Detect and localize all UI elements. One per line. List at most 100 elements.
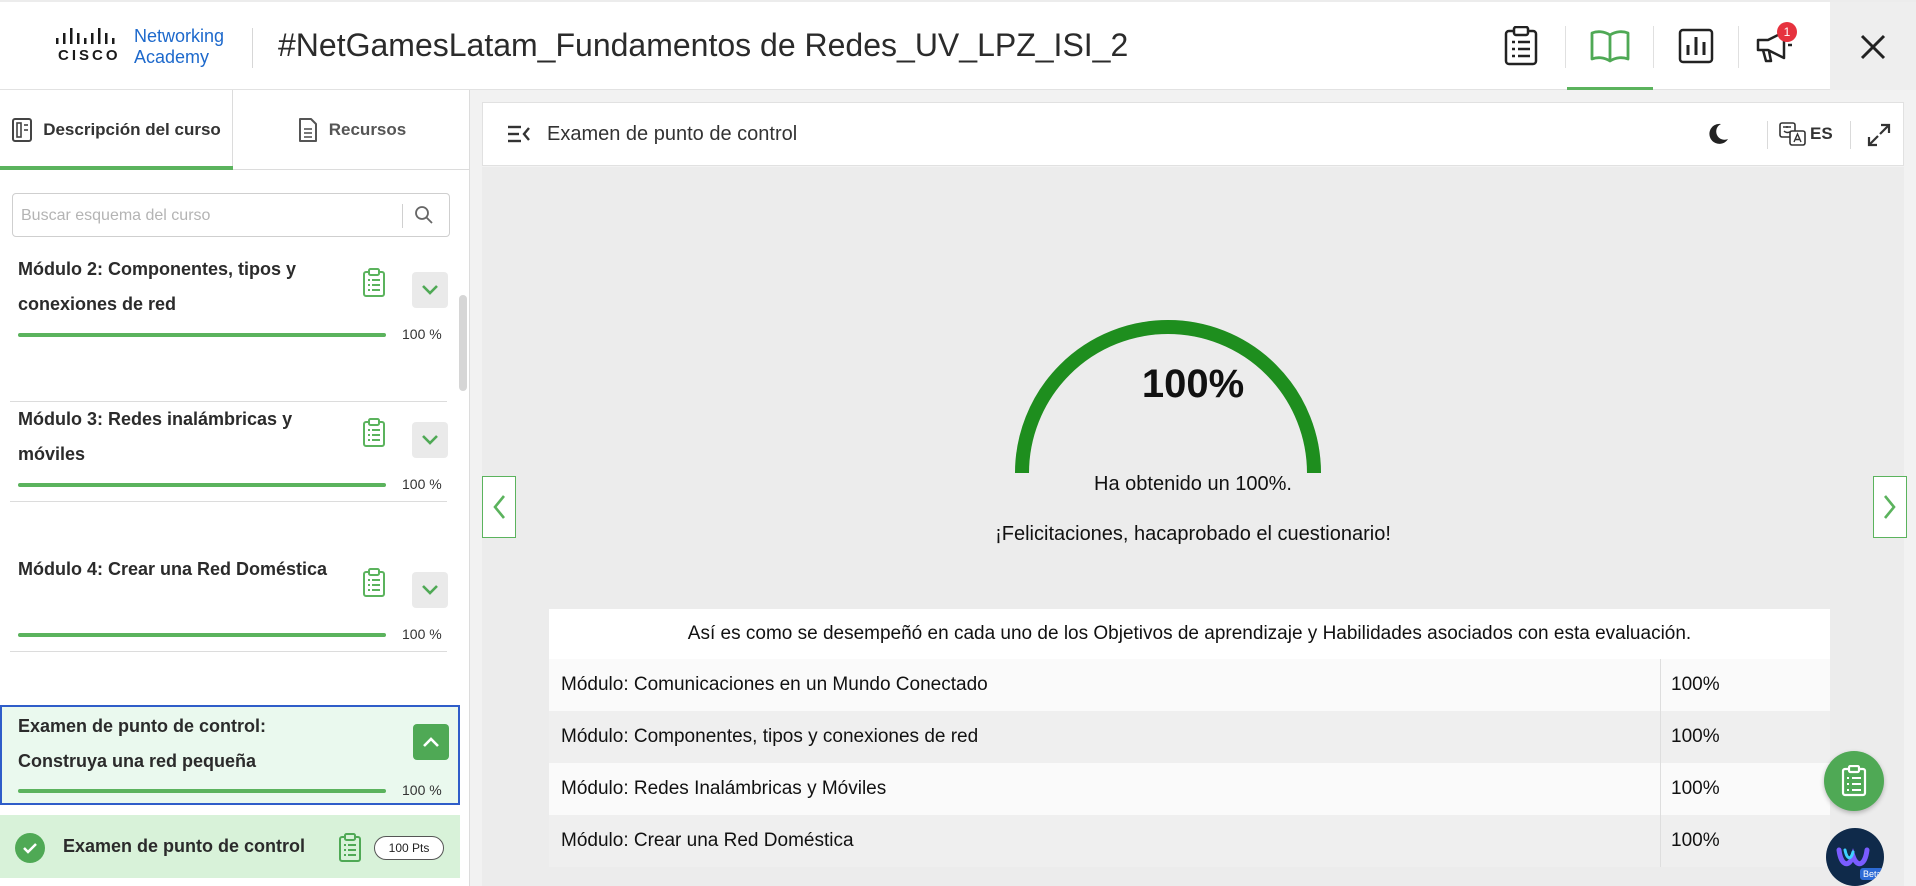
module-progress-label: 100 % (402, 326, 442, 342)
expand-module-button[interactable] (412, 422, 448, 458)
module-item[interactable]: Módulo 3: Redes inalámbricas y móviles 1… (10, 352, 448, 502)
chevron-down-icon (422, 585, 438, 595)
sidebar-scrollbar[interactable] (459, 295, 467, 391)
result-module-name: Módulo: Componentes, tipos y conexiones … (561, 726, 979, 747)
header-separator (1850, 121, 1851, 149)
clipboard-icon (1504, 26, 1538, 66)
brand-academy: Academy (134, 47, 210, 67)
outline-search (12, 193, 450, 237)
chart-icon (1678, 28, 1714, 64)
header-separator (1767, 121, 1768, 149)
beta-tag: Beta (1860, 868, 1884, 880)
checkpoint-exam-item[interactable]: Examen de punto de control 100 Pts (0, 815, 460, 878)
assessment-clipboard-icon[interactable] (362, 268, 386, 298)
content-title: Examen de punto de control (547, 123, 798, 145)
book-icon (1590, 30, 1630, 63)
translate-icon[interactable] (1779, 121, 1807, 147)
module-title: Módulo 2: Componentes, tipos y conexione… (18, 259, 296, 314)
congratulations-message: ¡Felicitaciones, hacaprobado el cuestion… (995, 523, 1391, 545)
header-separator (1653, 26, 1654, 68)
expand-module-button[interactable] (412, 572, 448, 608)
brand-networking: Networking (134, 26, 225, 46)
module-results-table: Así es como se desempeñó en cada uno de … (549, 609, 1830, 867)
course-sidebar: Descripción del curso Recursos Módulo 2:… (0, 90, 470, 886)
module-progress-bar (18, 633, 386, 637)
completed-check-icon (15, 833, 45, 863)
previous-page-button[interactable] (482, 476, 516, 538)
results-caption: Así es como se desempeñó en cada uno de … (549, 609, 1830, 659)
header-separator (1565, 26, 1566, 68)
dark-mode-moon-icon[interactable] (1705, 121, 1731, 147)
active-tab-underline (0, 166, 233, 170)
chevron-up-icon (423, 737, 439, 747)
cisco-bars-icon (56, 28, 115, 44)
main-content: Examen de punto de control ES 100% Ha ob… (470, 90, 1916, 886)
notification-badge: 1 (1777, 22, 1797, 42)
module-progress-label: 100 % (402, 782, 442, 798)
tab-resources-label: Recursos (328, 120, 407, 139)
assessment-clipboard-icon[interactable] (362, 568, 386, 598)
assessment-clipboard-icon (339, 833, 361, 862)
table-row: Módulo: Comunicaciones en un Mundo Conec… (549, 659, 1830, 711)
course-title: #NetGamesLatam_Fundamentos de Redes_UV_L… (278, 27, 1129, 63)
table-row: Módulo: Redes Inalámbricas y Móviles 100… (549, 763, 1830, 815)
result-module-name: Módulo: Comunicaciones en un Mundo Conec… (561, 674, 988, 695)
points-badge: 100 Pts (374, 836, 444, 860)
module-title: Examen de punto de control: Construya un… (18, 716, 267, 771)
content-header: Examen de punto de control ES (482, 102, 1904, 166)
chevron-right-icon (1883, 495, 1896, 519)
module-progress-bar (18, 483, 386, 487)
module-progress-bar (18, 333, 386, 337)
chevron-left-icon (493, 495, 506, 519)
assistant-launcher-button[interactable]: Beta (1826, 828, 1884, 886)
collapse-module-button[interactable] (413, 724, 449, 760)
module-item[interactable]: Módulo 4: Crear una Red Doméstica 100 % (10, 502, 448, 652)
expand-module-button[interactable] (412, 272, 448, 308)
result-module-score: 100% (1671, 726, 1720, 747)
table-row: Módulo: Crear una Red Doméstica 100% (549, 815, 1830, 867)
score-message: Ha obtenido un 100%. (1094, 473, 1292, 495)
checkpoint-exam-title: Examen de punto de control (63, 836, 306, 856)
close-icon (1860, 34, 1886, 60)
score-percent: 100% (1141, 362, 1245, 406)
result-module-score: 100% (1671, 830, 1720, 851)
module-progress-label: 100 % (402, 476, 442, 492)
result-module-score: 100% (1671, 778, 1720, 799)
module-progress-label: 100 % (402, 626, 442, 642)
result-module-name: Módulo: Redes Inalámbricas y Móviles (561, 778, 887, 799)
header-separator (1738, 26, 1739, 68)
expand-fullscreen-icon[interactable] (1867, 123, 1891, 147)
language-code[interactable]: ES (1810, 124, 1833, 144)
search-icon[interactable] (414, 205, 434, 225)
sidebar-tabs: Descripción del curso Recursos (0, 90, 470, 170)
document-icon (298, 118, 317, 142)
floating-assessment-button[interactable] (1824, 751, 1884, 811)
close-course-button[interactable] (1830, 2, 1916, 92)
result-module-name: Módulo: Crear una Red Doméstica (561, 830, 854, 851)
header-divider (252, 28, 253, 68)
top-header: CISCO Networking Academy #NetGamesLatam_… (0, 0, 1916, 92)
table-row: Módulo: Componentes, tipos y conexiones … (549, 711, 1830, 763)
tab-resources[interactable]: Recursos (233, 90, 470, 170)
outline-search-input[interactable] (21, 204, 401, 228)
tab-course-description[interactable]: Descripción del curso (0, 90, 233, 170)
cisco-wordmark: CISCO (58, 47, 121, 64)
chevron-down-icon (422, 435, 438, 445)
result-module-score: 100% (1671, 674, 1720, 695)
module-item-active[interactable]: Examen de punto de control: Construya un… (0, 705, 460, 805)
cisco-networking-academy-logo[interactable]: CISCO Networking Academy (54, 26, 254, 72)
quiz-result-area: 100% Ha obtenido un 100%. ¡Felicitacione… (482, 167, 1904, 886)
next-page-button[interactable] (1873, 476, 1907, 538)
assessment-clipboard-icon[interactable] (362, 418, 386, 448)
assignments-button[interactable] (1491, 16, 1551, 76)
module-title: Módulo 3: Redes inalámbricas y móviles (18, 409, 293, 464)
course-book-button[interactable] (1580, 16, 1640, 76)
collapse-menu-icon[interactable] (507, 123, 531, 145)
module-progress-bar (18, 789, 386, 793)
chevron-down-icon (422, 285, 438, 295)
tab-course-description-label: Descripción del curso (43, 120, 221, 139)
clipboard-icon (1841, 765, 1867, 797)
module-title: Módulo 4: Crear una Red Doméstica (18, 559, 328, 579)
search-divider (402, 204, 403, 228)
grades-button[interactable] (1666, 16, 1726, 76)
